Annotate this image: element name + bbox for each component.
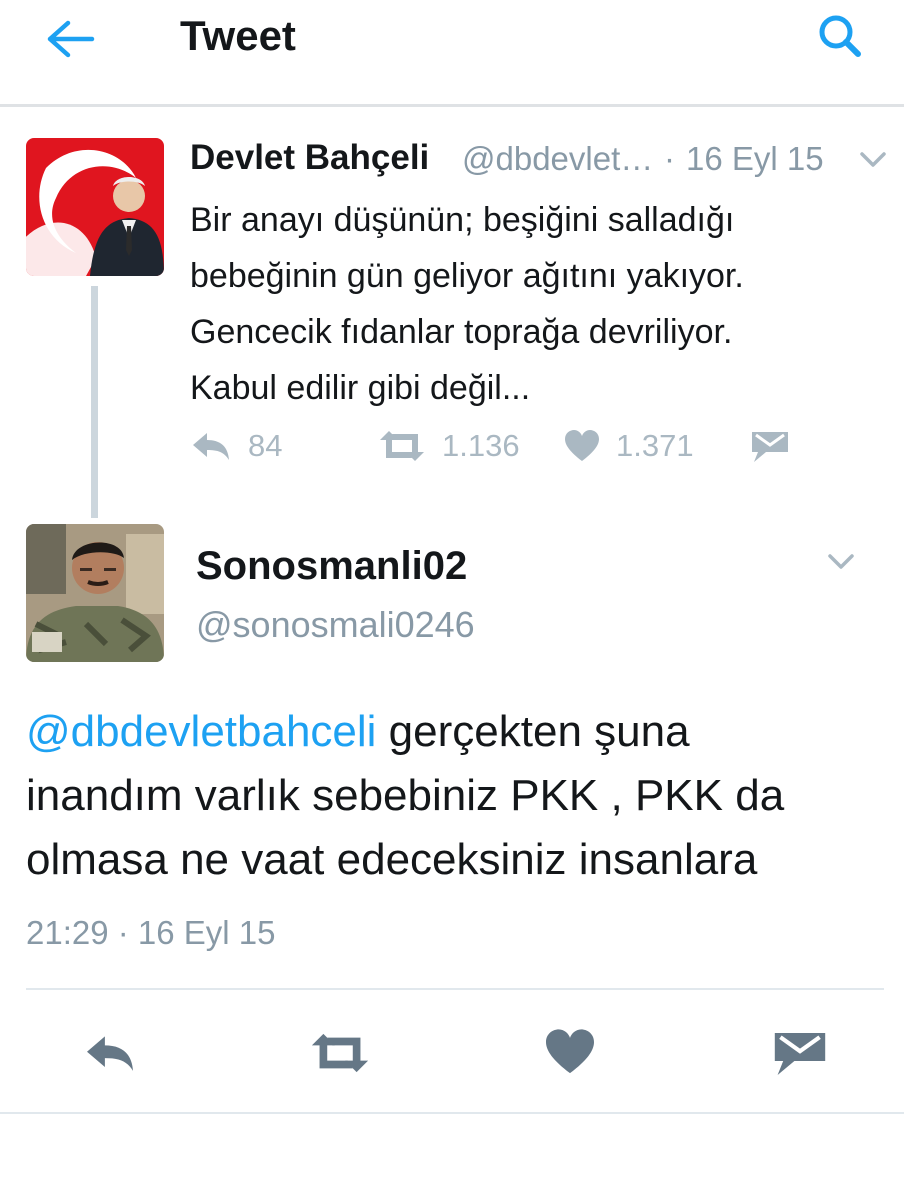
envelope-icon — [774, 1033, 826, 1075]
divider — [26, 988, 884, 990]
tweet-text: Bir anayı düşünün; beşiğini salladığı be… — [190, 192, 880, 416]
arrow-left-icon — [47, 20, 95, 58]
author-handle[interactable]: @dbdevlet… — [462, 140, 653, 178]
tweet-timestamp: 21:29 · 16 Eyl 15 — [26, 914, 276, 951]
tweet-text-line: Bir anayı düşünün; beşiğini salladığı — [190, 201, 735, 239]
retweet-icon — [311, 1033, 369, 1073]
reply-button[interactable]: 84 — [190, 428, 282, 464]
reply-icon — [193, 433, 229, 460]
tweet-text-line: inandım varlık sebebiniz PKK , PKK da — [26, 771, 785, 820]
heart-icon — [546, 1029, 594, 1074]
retweet-count: 1.136 — [442, 428, 520, 463]
thread-connector — [91, 286, 98, 518]
reply-button[interactable] — [80, 1030, 140, 1081]
meta-separator: · — [664, 140, 675, 177]
reply-count: 84 — [248, 428, 283, 463]
avatar[interactable] — [26, 524, 164, 662]
tweet-options-button[interactable] — [856, 148, 890, 172]
tweet-text-line: olmasa ne vaat edeceksiniz insanlara — [26, 835, 758, 884]
search-button[interactable] — [812, 10, 870, 64]
top-bar: Tweet — [0, 0, 904, 107]
like-button[interactable]: 1.371 — [564, 428, 694, 464]
author-handle[interactable]: @sonosmali0246 — [196, 604, 475, 646]
tweet-text-line: Kabul edilir gibi değil... — [190, 369, 531, 407]
heart-icon — [565, 430, 599, 461]
page-title: Tweet — [180, 12, 296, 59]
like-button[interactable] — [544, 1028, 596, 1081]
envelope-icon — [752, 432, 788, 462]
tweet-date[interactable]: 16 Eyl 15 — [686, 140, 824, 178]
divider — [0, 1112, 904, 1114]
retweet-button[interactable]: 1.136 — [378, 428, 520, 464]
search-icon — [819, 15, 861, 57]
author-name[interactable]: Sonosmanli02 — [196, 544, 467, 589]
tweet-text-line: @dbdevletbahceli gerçekten şuna — [26, 700, 886, 764]
author-name[interactable]: Devlet Bahçeli — [190, 138, 429, 178]
tweet-options-button[interactable] — [824, 550, 858, 574]
tweet-text: @dbdevletbahceli gerçekten şuna inandım … — [26, 700, 886, 892]
direct-message-button[interactable] — [750, 430, 790, 464]
back-button[interactable] — [44, 18, 96, 60]
chevron-down-icon — [828, 554, 854, 569]
reply-icon — [87, 1036, 133, 1071]
tweet-text-line: Gencecik fıdanlar toprağa devriliyor. — [190, 313, 733, 351]
avatar[interactable] — [26, 138, 164, 276]
tweet-text-segment: gerçekten şuna — [376, 707, 690, 756]
retweet-icon — [380, 431, 424, 461]
tweet-text-line: bebeğinin gün geliyor ağıtını yakıyor. — [190, 257, 744, 295]
mention-link[interactable]: @dbdevletbahceli — [26, 707, 376, 756]
like-count: 1.371 — [616, 428, 694, 463]
chevron-down-icon — [860, 152, 886, 167]
direct-message-button[interactable] — [772, 1030, 828, 1083]
retweet-button[interactable] — [304, 1030, 376, 1081]
